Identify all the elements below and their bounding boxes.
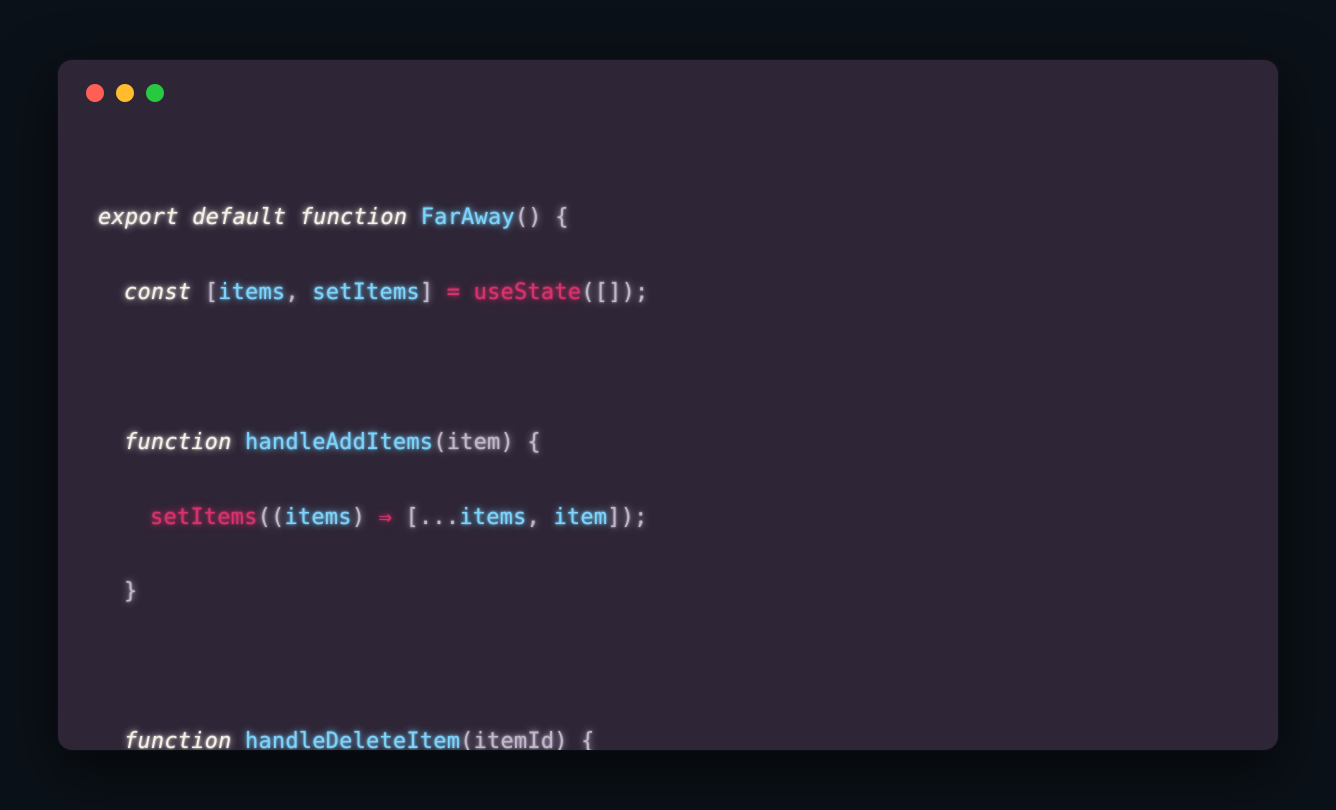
- keyword-default: default: [192, 205, 286, 230]
- code-line: function handleAddItems(item) {: [98, 424, 1238, 461]
- function-name: handleAddItems: [245, 430, 433, 455]
- arrow-icon: ⇒: [379, 505, 392, 530]
- call-set-items: setItems: [150, 505, 258, 530]
- keyword-const: const: [124, 280, 191, 305]
- code-block: export default function FarAway() { cons…: [58, 102, 1278, 750]
- keyword-function: function: [300, 205, 408, 230]
- code-line: export default function FarAway() {: [98, 199, 1238, 236]
- variable-items: items: [218, 280, 285, 305]
- titlebar: [58, 60, 1278, 102]
- variable-set-items: setItems: [312, 280, 420, 305]
- code-line: function handleDeleteItem(itemId) {: [98, 723, 1238, 750]
- keyword-function: function: [124, 729, 232, 750]
- maximize-icon[interactable]: [146, 84, 164, 102]
- code-line: setItems((items) ⇒ [...items, item]);: [98, 499, 1238, 536]
- parameter-item-id: itemId: [474, 729, 555, 750]
- hook-use-state: useState: [474, 280, 582, 305]
- minimize-icon[interactable]: [116, 84, 134, 102]
- close-icon[interactable]: [86, 84, 104, 102]
- function-name: handleDeleteItem: [245, 729, 460, 750]
- code-window: export default function FarAway() { cons…: [58, 60, 1278, 750]
- parameter-item: item: [447, 430, 501, 455]
- blank-line: [98, 349, 1238, 386]
- keyword-function: function: [124, 430, 232, 455]
- code-line: }: [98, 573, 1238, 610]
- spread-operator: ...: [419, 505, 459, 530]
- blank-line: [98, 648, 1238, 685]
- code-line: const [items, setItems] = useState([]);: [98, 274, 1238, 311]
- keyword-export: export: [98, 205, 179, 230]
- function-name: FarAway: [421, 205, 515, 230]
